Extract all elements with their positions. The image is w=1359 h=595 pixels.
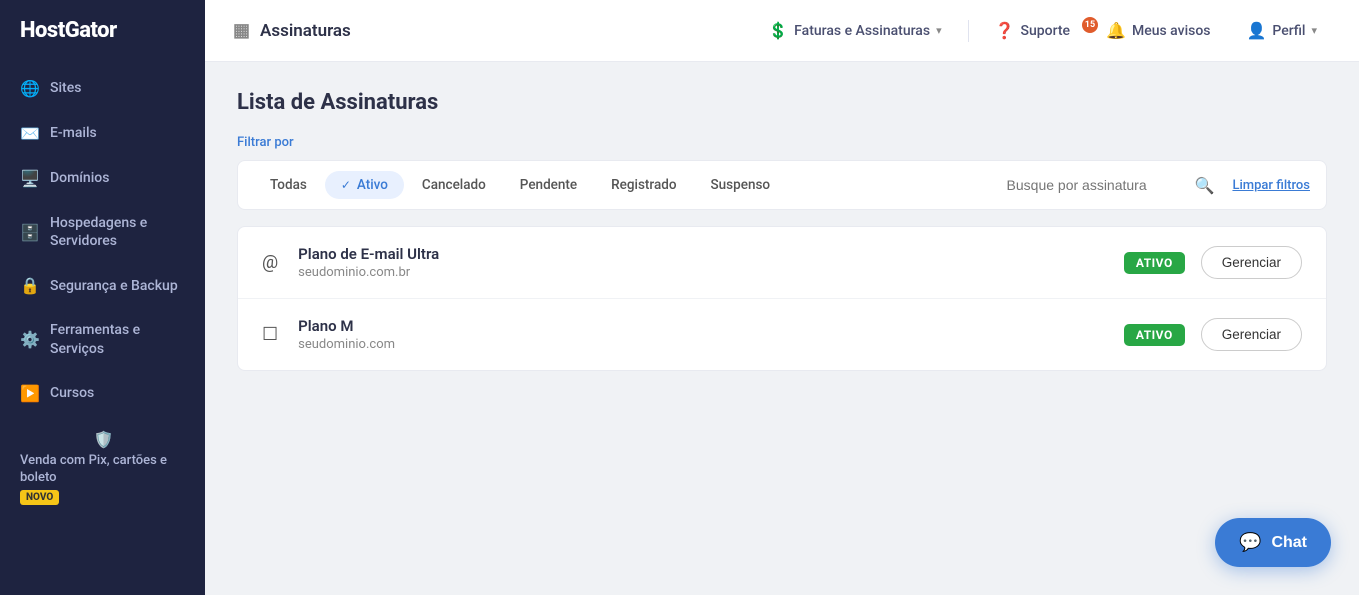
- header-nav-label-faturas: Faturas e Assinaturas: [794, 23, 930, 39]
- sidebar-item-label-sites: Sites: [50, 79, 81, 97]
- subscription-list: @ Plano de E-mail Ultra seudominio.com.b…: [237, 226, 1327, 371]
- promo-text: Venda com Pix, cartões e boleto: [20, 453, 185, 487]
- search-icon[interactable]: 🔍: [1195, 176, 1215, 195]
- dominios-icon: 🖥️: [20, 169, 38, 188]
- header-nav-faturas[interactable]: 💲 Faturas e Assinaturas ▾: [754, 13, 955, 48]
- filter-tab-label-todas: Todas: [270, 177, 307, 193]
- check-icon: ✓: [341, 178, 351, 192]
- filter-tab-label-suspenso: Suspenso: [711, 177, 771, 193]
- hospedagens-icon: 🗄️: [20, 223, 38, 242]
- sidebar-promo[interactable]: 🛡️ Venda com Pix, cartões e boleto NOVO: [0, 416, 205, 519]
- emails-icon: ✉️: [20, 124, 38, 143]
- header-page-title: ▦ Assinaturas: [233, 20, 351, 41]
- header-nav-avisos[interactable]: 🔔 15 Meus avisos: [1092, 13, 1224, 48]
- chat-button[interactable]: 💬 Chat: [1215, 518, 1331, 567]
- sub-domain: seudominio.com: [298, 337, 1108, 352]
- header-nav: 💲 Faturas e Assinaturas ▾ ❓ Suporte 🔔 15 Meu…: [754, 13, 1331, 48]
- cursos-icon: ▶️: [20, 384, 38, 403]
- main-area: ▦ Assinaturas 💲 Faturas e Assinaturas ▾ ❓ Su…: [205, 0, 1359, 595]
- sub-info: Plano de E-mail Ultra seudominio.com.br: [298, 245, 1108, 280]
- sidebar-nav: 🌐 Sites ✉️ E-mails 🖥️ Domínios 🗄️ Hosped…: [0, 61, 205, 595]
- sidebar-item-ferramentas[interactable]: ⚙️ Ferramentas e Serviços: [0, 308, 205, 370]
- sidebar: HostGator 🌐 Sites ✉️ E-mails 🖥️ Domínios…: [0, 0, 205, 595]
- sites-icon: 🌐: [20, 79, 38, 98]
- header-divider: [968, 20, 969, 42]
- notification-bell: 🔔 15: [1106, 21, 1126, 40]
- perfil-nav-icon: 👤: [1247, 21, 1267, 40]
- notification-badge: 15: [1082, 17, 1098, 33]
- sub-type-icon: ☐: [262, 324, 278, 345]
- header-nav-suporte[interactable]: ❓ Suporte: [981, 13, 1084, 48]
- header-nav-label-avisos: Meus avisos: [1132, 23, 1211, 39]
- filter-section: Filtrar por Todas ✓ Ativo Cancelado Pendente…: [237, 135, 1327, 210]
- ferramentas-icon: ⚙️: [20, 330, 38, 349]
- seguranca-icon: 🔒: [20, 276, 38, 295]
- sub-info: Plano M seudominio.com: [298, 317, 1108, 352]
- sidebar-logo: HostGator: [0, 0, 205, 61]
- header-nav-label-perfil: Perfil: [1272, 23, 1305, 39]
- sub-domain: seudominio.com.br: [298, 265, 1108, 280]
- sidebar-item-label-hospedagens: Hospedagens e Servidores: [50, 214, 185, 250]
- page-title-icon: ▦: [233, 20, 250, 41]
- novo-badge: NOVO: [20, 490, 59, 505]
- filter-tab-label-pendente: Pendente: [520, 177, 577, 193]
- filter-label: Filtrar por: [237, 135, 1327, 150]
- sidebar-item-label-cursos: Cursos: [50, 384, 94, 402]
- sub-name: Plano de E-mail Ultra: [298, 245, 1108, 263]
- promo-icon: 🛡️: [94, 430, 112, 449]
- header-nav-label-suporte: Suporte: [1021, 23, 1071, 39]
- filter-tab-label-registrado: Registrado: [611, 177, 676, 193]
- chat-label: Chat: [1271, 534, 1307, 552]
- sidebar-item-cursos[interactable]: ▶️ Cursos: [0, 371, 205, 416]
- filter-bar: Todas ✓ Ativo Cancelado Pendente Registrado Su…: [237, 160, 1327, 210]
- page-title-text: Assinaturas: [260, 21, 351, 41]
- filter-tab-label-ativo: Ativo: [357, 177, 388, 193]
- content-area: Lista de Assinaturas Filtrar por Todas ✓ A…: [205, 62, 1359, 595]
- avisos-nav-icon: 🔔: [1106, 21, 1126, 40]
- manage-button[interactable]: Gerenciar: [1201, 318, 1302, 351]
- sub-type-icon: @: [262, 252, 278, 273]
- filter-tab-cancelado[interactable]: Cancelado: [406, 171, 502, 199]
- sidebar-item-label-dominios: Domínios: [50, 169, 109, 187]
- status-badge: ATIVO: [1124, 324, 1185, 346]
- header-nav-perfil[interactable]: 👤 Perfil ▾: [1233, 13, 1332, 48]
- sidebar-item-label-emails: E-mails: [50, 124, 97, 142]
- sidebar-item-label-seguranca: Segurança e Backup: [50, 277, 178, 295]
- faturas-nav-icon: 💲: [768, 21, 788, 40]
- header: ▦ Assinaturas 💲 Faturas e Assinaturas ▾ ❓ Su…: [205, 0, 1359, 62]
- sidebar-item-emails[interactable]: ✉️ E-mails: [0, 111, 205, 156]
- filter-tab-registrado[interactable]: Registrado: [595, 171, 692, 199]
- filter-tab-suspenso[interactable]: Suspenso: [695, 171, 787, 199]
- clear-filters-button[interactable]: Limpar filtros: [1232, 178, 1310, 193]
- suporte-nav-icon: ❓: [995, 21, 1015, 40]
- filter-tabs: Todas ✓ Ativo Cancelado Pendente Registrado Su…: [254, 171, 1003, 199]
- filter-search: 🔍: [1007, 176, 1215, 195]
- search-input[interactable]: [1007, 177, 1187, 193]
- page-heading: Lista de Assinaturas: [237, 90, 1327, 115]
- filter-tab-label-cancelado: Cancelado: [422, 177, 486, 193]
- subscription-row: ☐ Plano M seudominio.com ATIVO Gerenciar: [238, 299, 1326, 370]
- sidebar-item-label-ferramentas: Ferramentas e Serviços: [50, 321, 185, 357]
- filter-tab-pendente[interactable]: Pendente: [504, 171, 593, 199]
- sidebar-item-hospedagens[interactable]: 🗄️ Hospedagens e Servidores: [0, 201, 205, 263]
- filter-tab-todas[interactable]: Todas: [254, 171, 323, 199]
- sidebar-item-seguranca[interactable]: 🔒 Segurança e Backup: [0, 263, 205, 308]
- manage-button[interactable]: Gerenciar: [1201, 246, 1302, 279]
- chat-icon: 💬: [1239, 532, 1261, 553]
- sidebar-item-sites[interactable]: 🌐 Sites: [0, 66, 205, 111]
- perfil-chevron-icon: ▾: [1311, 24, 1317, 37]
- filter-tab-ativo[interactable]: ✓ Ativo: [325, 171, 404, 199]
- sidebar-item-dominios[interactable]: 🖥️ Domínios: [0, 156, 205, 201]
- faturas-chevron-icon: ▾: [936, 24, 942, 37]
- subscription-row: @ Plano de E-mail Ultra seudominio.com.b…: [238, 227, 1326, 299]
- status-badge: ATIVO: [1124, 252, 1185, 274]
- sub-name: Plano M: [298, 317, 1108, 335]
